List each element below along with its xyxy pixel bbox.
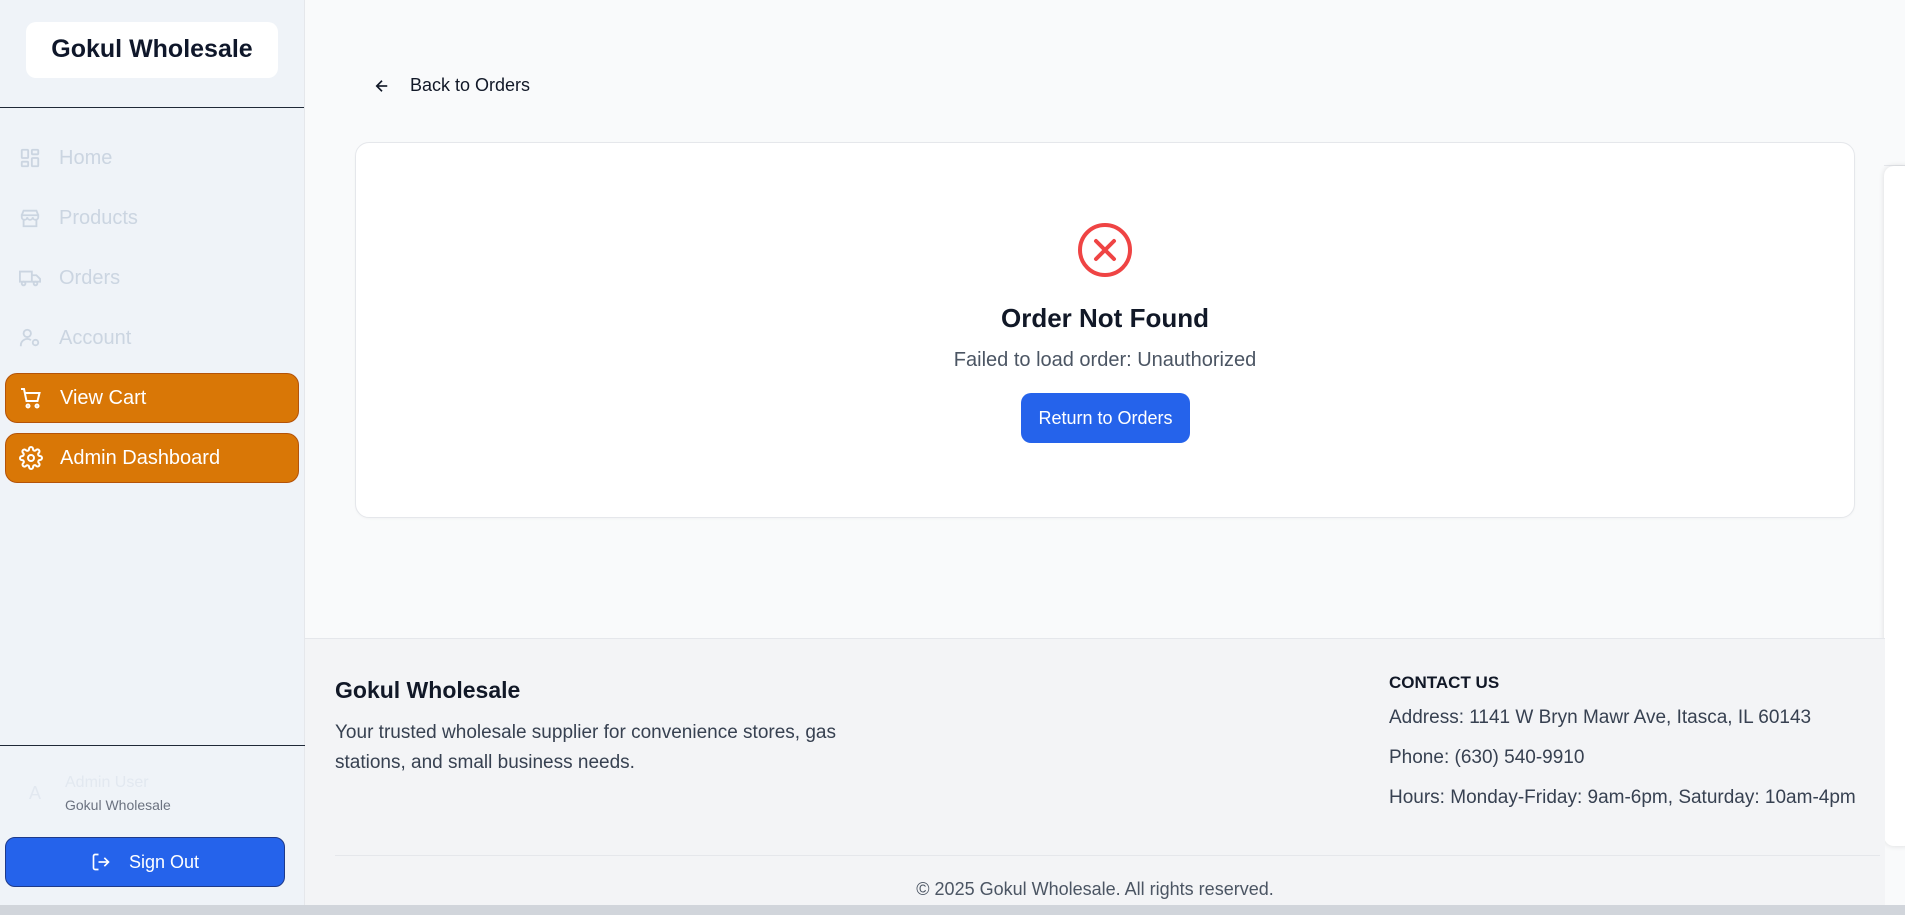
user-name: Admin User	[65, 774, 149, 791]
error-card: Order Not Found Failed to load order: Un…	[355, 142, 1855, 518]
sidebar-item-label: Orders	[59, 266, 121, 289]
right-panel-header	[1884, 100, 1905, 166]
return-to-orders-button[interactable]: Return to Orders	[1021, 393, 1190, 443]
arrow-left-icon	[373, 77, 391, 95]
footer-brand: Gokul Wholesale	[335, 677, 521, 703]
copyright: © 2025 Gokul Wholesale. All rights reser…	[916, 879, 1274, 899]
right-side-panel	[1884, 166, 1905, 846]
sidebar-user-section: A Admin User Gokul Wholesale Sign Out	[0, 745, 305, 905]
sidebar-item-view-cart[interactable]: View Cart	[5, 373, 299, 423]
sidebar-item-home[interactable]: Home	[5, 133, 299, 183]
gear-icon	[17, 444, 45, 472]
footer-description: Your trusted wholesale supplier for conv…	[335, 722, 836, 773]
sidebar-nav: Home Products Orders Account View Cart A…	[0, 108, 304, 483]
cart-icon	[17, 384, 45, 412]
user-profile: A Admin User Gokul Wholesale	[0, 746, 305, 841]
contact-phone: Phone: (630) 540-9910	[1389, 747, 1585, 768]
sidebar-item-label: View Cart	[60, 386, 147, 409]
error-title: Order Not Found	[1001, 303, 1209, 333]
error-message: Failed to load order: Unauthorized	[953, 349, 1257, 371]
brand-header: Gokul Wholesale	[0, 0, 304, 108]
truck-icon	[16, 264, 44, 292]
sign-out-button[interactable]: Sign Out	[5, 837, 285, 887]
contact-heading: CONTACT US	[1389, 673, 1500, 692]
contact-hours: Hours: Monday-Friday: 9am-6pm, Saturday:…	[1389, 787, 1856, 808]
dashboard-grid-icon	[16, 144, 44, 172]
back-label: Back to Orders	[410, 75, 531, 95]
sidebar-item-label: Admin Dashboard	[60, 446, 221, 469]
sign-out-label: Sign Out	[128, 851, 200, 872]
avatar: A	[28, 783, 41, 803]
sidebar-item-orders[interactable]: Orders	[5, 253, 299, 303]
sidebar-item-account[interactable]: Account	[5, 313, 299, 363]
logout-icon	[91, 852, 111, 872]
sidebar-item-label: Products	[59, 206, 138, 229]
sidebar: Gokul Wholesale Home Products Orders Acc…	[0, 0, 305, 905]
sidebar-item-products[interactable]: Products	[5, 193, 299, 243]
sidebar-item-label: Account	[59, 326, 132, 349]
store-icon	[16, 204, 44, 232]
window-bottom-bar	[0, 905, 1905, 915]
back-to-orders-link[interactable]: Back to Orders	[373, 75, 530, 96]
sidebar-item-label: Home	[59, 146, 113, 169]
sidebar-item-admin-dashboard[interactable]: Admin Dashboard	[5, 433, 299, 483]
footer: Gokul Wholesale Your trusted wholesale s…	[305, 638, 1885, 905]
error-x-icon	[1076, 221, 1134, 284]
user-org: Gokul Wholesale	[65, 797, 171, 813]
footer-contact: CONTACT US Address: 1141 W Bryn Mawr Ave…	[1389, 673, 1856, 827]
footer-divider	[335, 855, 1880, 856]
user-gear-icon	[16, 324, 44, 352]
contact-address: Address: 1141 W Bryn Mawr Ave, Itasca, I…	[1389, 707, 1812, 728]
brand-logo[interactable]: Gokul Wholesale	[26, 21, 278, 78]
